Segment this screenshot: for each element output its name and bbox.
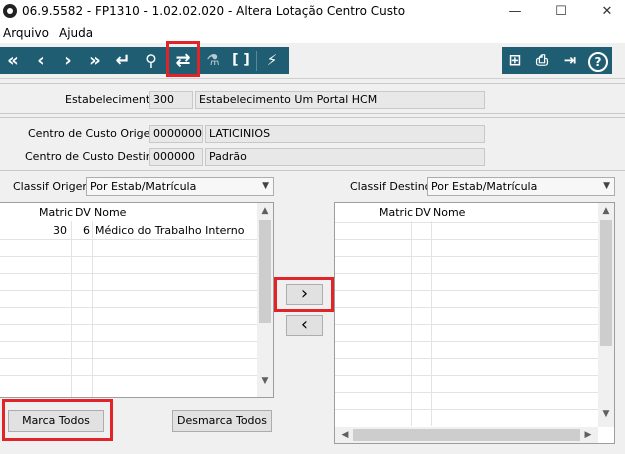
table-row[interactable]: 30 6 Médico do Trabalho Interno	[0, 222, 257, 239]
filter-icon[interactable]: ⚗	[200, 47, 226, 74]
row-divider	[0, 273, 257, 274]
scroll-right-icon[interactable]: ▶	[580, 430, 596, 440]
next-icon[interactable]: ›	[55, 47, 81, 74]
previous-icon[interactable]: ‹	[28, 47, 54, 74]
row-divider	[335, 375, 598, 376]
row-divider	[0, 290, 257, 291]
menu-ajuda[interactable]: Ajuda	[59, 26, 93, 40]
column-header-dv[interactable]: DV	[75, 206, 91, 219]
column-header-matric[interactable]: Matric	[379, 206, 413, 219]
row-divider	[335, 256, 598, 257]
origem-vertical-scrollbar[interactable]: ▲ ▼	[257, 203, 273, 397]
desmarca-todos-button[interactable]: Desmarca Todos	[172, 410, 272, 432]
row-divider	[335, 307, 598, 308]
cell-nome: Médico do Trabalho Interno	[95, 224, 245, 237]
classif-origem-value: Por Estab/Matrícula	[90, 180, 197, 193]
menu-bar: Arquivo Ajuda	[0, 24, 625, 43]
menu-arquivo[interactable]: Arquivo	[3, 26, 49, 40]
lightning-icon[interactable]: ⚡	[259, 47, 285, 74]
toolbar-navigation-group: « ‹ › » ↵ ⚲ ⇄ ⚗ [ ] ⚡	[0, 47, 289, 74]
exit-icon[interactable]: ⇥	[557, 47, 583, 74]
scroll-up-icon[interactable]: ▲	[257, 206, 273, 216]
help-icon-glyph: ?	[588, 52, 608, 72]
refresh-highlight-box	[166, 41, 200, 77]
move-left-button[interactable]: ‹	[286, 315, 323, 336]
row-divider	[335, 290, 598, 291]
row-divider	[0, 256, 257, 257]
row-divider	[0, 239, 257, 240]
chevron-down-icon: ▼	[603, 181, 610, 191]
row-divider	[0, 375, 257, 376]
column-header-nome[interactable]: Nome	[433, 206, 465, 219]
cc-destino-name-field: Padrão	[205, 148, 485, 166]
classif-destino-label: Classif Destino:	[350, 180, 436, 193]
row-divider	[335, 324, 598, 325]
estabelecimento-code-field[interactable]: 300	[149, 91, 193, 109]
return-icon[interactable]: ↵	[110, 47, 136, 74]
cc-origem-name-field: LATICINIOS	[205, 125, 485, 143]
column-header-nome[interactable]: Nome	[94, 206, 126, 219]
marca-todos-button[interactable]: Marca Todos	[8, 410, 104, 432]
estabelecimento-panel: Estabelecimento: 300 Estabelecimento Um …	[0, 83, 625, 114]
title-bar: 06.9.5582 - FP1310 - 1.02.02.020 - Alter…	[0, 0, 625, 24]
classif-origem-select[interactable]: Por Estab/Matrícula ▼	[86, 177, 274, 196]
row-divider	[335, 222, 598, 223]
help-icon[interactable]: ?	[585, 47, 611, 74]
scroll-down-icon[interactable]: ▼	[598, 409, 614, 419]
toolbar-actions-group: ⊞ ⎙ ⇥ ?	[502, 47, 612, 74]
destino-horizontal-scrollbar[interactable]: ◀ ▶	[335, 427, 598, 443]
estabelecimento-label: Estabelecimento:	[65, 93, 161, 106]
column-header-dv[interactable]: DV	[415, 206, 431, 219]
scroll-down-icon[interactable]: ▼	[257, 376, 273, 386]
row-divider	[335, 239, 598, 240]
row-divider	[335, 409, 598, 410]
toolbar-separator	[256, 51, 257, 71]
scroll-thumb[interactable]	[259, 220, 271, 323]
first-icon[interactable]: «	[0, 47, 26, 74]
row-divider	[0, 307, 257, 308]
scroll-thumb[interactable]	[353, 429, 580, 441]
tree-icon[interactable]: ⊞	[502, 47, 528, 74]
row-divider	[335, 358, 598, 359]
centro-custo-panel: Centro de Custo Origem: 00000001 LATICIN…	[0, 117, 625, 171]
destino-grid[interactable]: Matric DV Nome ▲ ▼ ◀ ▶	[334, 202, 615, 444]
app-icon	[3, 4, 17, 18]
print-icon[interactable]: ⎙	[529, 47, 555, 74]
cc-origem-label: Centro de Custo Origem:	[28, 127, 165, 140]
column-header-matric[interactable]: Matric	[39, 206, 73, 219]
last-icon[interactable]: »	[82, 47, 108, 74]
destino-vertical-scrollbar[interactable]: ▲ ▼	[598, 203, 614, 427]
row-divider	[335, 273, 598, 274]
estabelecimento-name-field: Estabelecimento Um Portal HCM	[195, 91, 485, 109]
search-icon[interactable]: ⚲	[138, 47, 164, 74]
row-divider	[0, 358, 257, 359]
row-divider	[335, 392, 598, 393]
classif-destino-select[interactable]: Por Estab/Matrícula ▼	[427, 177, 615, 196]
cell-dv: 6	[83, 224, 90, 237]
cell-matric: 30	[53, 224, 67, 237]
move-right-button[interactable]: ›	[286, 284, 323, 305]
scroll-left-icon[interactable]: ◀	[337, 430, 353, 440]
row-divider	[335, 341, 598, 342]
classif-origem-label: Classif Origem:	[13, 180, 97, 193]
window-title: 06.9.5582 - FP1310 - 1.02.02.020 - Alter…	[22, 4, 406, 18]
grid-column-divider	[92, 221, 93, 397]
cc-destino-label: Centro de Custo Destino:	[25, 150, 164, 163]
maximize-button[interactable]: ☐	[546, 2, 576, 22]
chevron-down-icon: ▼	[262, 181, 269, 191]
row-divider	[0, 324, 257, 325]
grid-column-divider	[71, 221, 72, 397]
cc-origem-code-field[interactable]: 00000001	[149, 125, 203, 143]
brackets-icon[interactable]: [ ]	[228, 47, 254, 74]
classif-destino-value: Por Estab/Matrícula	[431, 180, 538, 193]
toolbar: « ‹ › » ↵ ⚲ ⇄ ⚗ [ ] ⚡ ⊞ ⎙ ⇥ ?	[0, 41, 625, 79]
origem-grid[interactable]: Matric DV Nome 30 6 Médico do Trabalho I…	[0, 202, 274, 398]
cc-destino-code-field[interactable]: 000000	[149, 148, 203, 166]
scroll-thumb[interactable]	[600, 220, 612, 346]
minimize-button[interactable]: —	[500, 2, 530, 22]
row-divider	[0, 341, 257, 342]
scroll-up-icon[interactable]: ▲	[598, 206, 614, 216]
close-button[interactable]: ✕	[592, 2, 622, 22]
